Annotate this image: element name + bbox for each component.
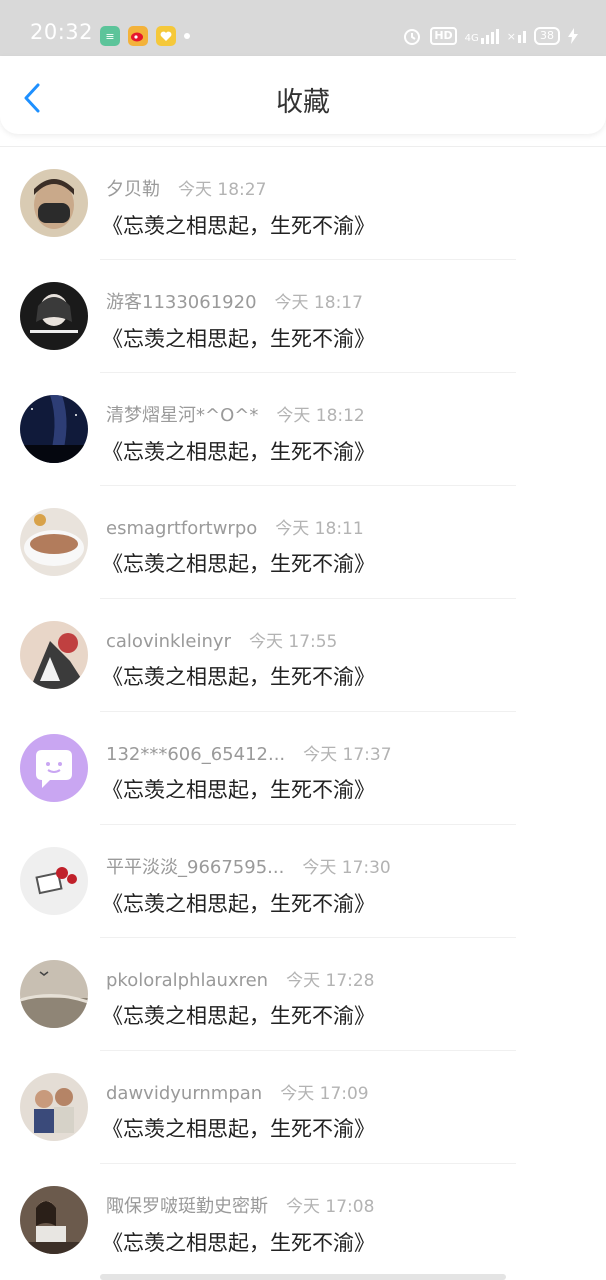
favorite-title: 《忘羡之相思起，生死不渝》 [102,665,375,689]
timestamp: 今天 17:28 [286,971,375,991]
list-item[interactable]: dawvidyurnmpan 今天 17:09 《忘羡之相思起，生死不渝》 [0,1051,606,1164]
item-text: 陬保罗啵珽勤史密斯 今天 17:08 《忘羡之相思起，生死不渝》 [102,1192,586,1257]
favorite-title: 《忘羡之相思起，生死不渝》 [102,778,375,802]
favorite-title: 《忘羡之相思起，生死不渝》 [102,214,375,238]
item-meta: 夕贝勒 今天 18:27 [106,175,586,201]
wifi-signal-icon: × [507,30,526,43]
item-text: 平平淡淡_9667595... 今天 17:30 《忘羡之相思起，生死不渝》 [102,853,586,918]
list-item[interactable]: 清梦熠星河*^O^* 今天 18:12 《忘羡之相思起，生死不渝》 [0,373,606,486]
status-time: 20:32 [30,20,94,44]
user-name: 132***606_65412... [106,744,286,765]
item-text: 游客1133061920 今天 18:17 《忘羡之相思起，生死不渝》 [102,288,586,353]
bottom-scroll-indicator [100,1274,506,1280]
hd-badge: HD [430,27,457,45]
item-text: 132***606_65412... 今天 17:37 《忘羡之相思起，生死不渝… [102,740,586,804]
user-name: esmagrtfortwrpo [106,518,258,539]
list-item[interactable]: 陬保罗啵珽勤史密斯 今天 17:08 《忘羡之相思起，生死不渝》 [0,1164,606,1277]
status-bar: 20:32 ≡ HD 4G × 38 [0,0,606,56]
timestamp: 今天 18:12 [276,406,365,426]
item-meta: 平平淡淡_9667595... 今天 17:30 [106,853,586,879]
avatar[interactable] [20,395,88,463]
alarm-icon [404,29,421,45]
charging-icon [568,28,578,44]
user-name: calovinkleinyr [106,631,231,652]
signal-icon: 4G [464,28,499,44]
item-text: esmagrtfortwrpo 今天 18:11 《忘羡之相思起，生死不渝》 [102,514,586,578]
list-item[interactable]: 132***606_65412... 今天 17:37 《忘羡之相思起，生死不渝… [0,712,606,825]
list-item[interactable]: esmagrtfortwrpo 今天 18:11 《忘羡之相思起，生死不渝》 [0,486,606,599]
timestamp: 今天 18:11 [275,519,364,539]
avatar[interactable] [20,169,88,237]
item-meta: 游客1133061920 今天 18:17 [106,288,586,314]
item-text: 清梦熠星河*^O^* 今天 18:12 《忘羡之相思起，生死不渝》 [102,401,586,466]
timestamp: 今天 18:17 [274,293,363,313]
favorites-list: 夕贝勒 今天 18:27 《忘羡之相思起，生死不渝》 游客1133061920 … [0,146,606,1277]
header: 收藏 [0,56,606,134]
avatar[interactable] [20,282,88,350]
page-title: 收藏 [276,87,330,118]
user-name: 清梦熠星河*^O^* [106,405,259,426]
app-notification-icon: ≡ [100,26,120,46]
item-meta: 132***606_65412... 今天 17:37 [106,740,586,765]
item-text: calovinkleinyr 今天 17:55 《忘羡之相思起，生死不渝》 [102,627,586,691]
avatar[interactable] [20,508,88,576]
user-name: 夕贝勒 [106,179,160,200]
favorite-title: 《忘羡之相思起，生死不渝》 [102,1231,375,1255]
user-name: 陬保罗啵珽勤史密斯 [106,1196,268,1217]
favorite-title: 《忘羡之相思起，生死不渝》 [102,327,375,351]
list-item[interactable]: 游客1133061920 今天 18:17 《忘羡之相思起，生死不渝》 [0,260,606,373]
status-indicators: HD 4G × 38 [402,26,578,46]
avatar[interactable] [20,847,88,915]
user-name: 游客1133061920 [106,292,257,313]
item-text: dawvidyurnmpan 今天 17:09 《忘羡之相思起，生死不渝》 [102,1079,586,1143]
item-text: pkoloralphlauxren 今天 17:28 《忘羡之相思起，生死不渝》 [102,966,586,1030]
favorite-title: 《忘羡之相思起，生死不渝》 [102,1004,375,1028]
favorite-title: 《忘羡之相思起，生死不渝》 [102,1117,375,1141]
notification-dot [184,33,190,39]
timestamp: 今天 17:09 [280,1084,369,1104]
user-name: pkoloralphlauxren [106,970,269,991]
avatar[interactable] [20,960,88,1028]
item-meta: esmagrtfortwrpo 今天 18:11 [106,514,586,539]
network-label: 4G [464,32,479,44]
list-item[interactable]: 夕贝勒 今天 18:27 《忘羡之相思起，生死不渝》 [0,147,606,260]
avatar[interactable] [20,621,88,689]
status-app-icons: ≡ [100,26,190,46]
favorite-title: 《忘羡之相思起，生死不渝》 [102,552,375,576]
user-name: dawvidyurnmpan [106,1083,263,1104]
item-meta: pkoloralphlauxren 今天 17:28 [106,966,586,991]
heart-app-icon [156,26,176,46]
list-item[interactable]: 平平淡淡_9667595... 今天 17:30 《忘羡之相思起，生死不渝》 [0,825,606,938]
favorite-title: 《忘羡之相思起，生死不渝》 [102,892,375,916]
list-item[interactable]: pkoloralphlauxren 今天 17:28 《忘羡之相思起，生死不渝》 [0,938,606,1051]
timestamp: 今天 17:08 [286,1197,375,1217]
item-meta: calovinkleinyr 今天 17:55 [106,627,586,652]
avatar[interactable] [20,734,88,802]
avatar[interactable] [20,1073,88,1141]
avatar[interactable] [20,1186,88,1254]
item-meta: 陬保罗啵珽勤史密斯 今天 17:08 [106,1192,586,1218]
item-meta: dawvidyurnmpan 今天 17:09 [106,1079,586,1104]
timestamp: 今天 17:30 [302,858,391,878]
list-item[interactable]: calovinkleinyr 今天 17:55 《忘羡之相思起，生死不渝》 [0,599,606,712]
favorite-title: 《忘羡之相思起，生死不渝》 [102,440,375,464]
user-name: 平平淡淡_9667595... [106,857,285,878]
item-text: 夕贝勒 今天 18:27 《忘羡之相思起，生死不渝》 [102,175,586,240]
timestamp: 今天 17:55 [248,632,338,652]
weibo-icon [128,26,148,46]
battery-indicator: 38 [534,27,560,45]
timestamp: 今天 18:27 [178,180,267,200]
item-meta: 清梦熠星河*^O^* 今天 18:12 [106,401,586,427]
timestamp: 今天 17:37 [303,745,392,765]
